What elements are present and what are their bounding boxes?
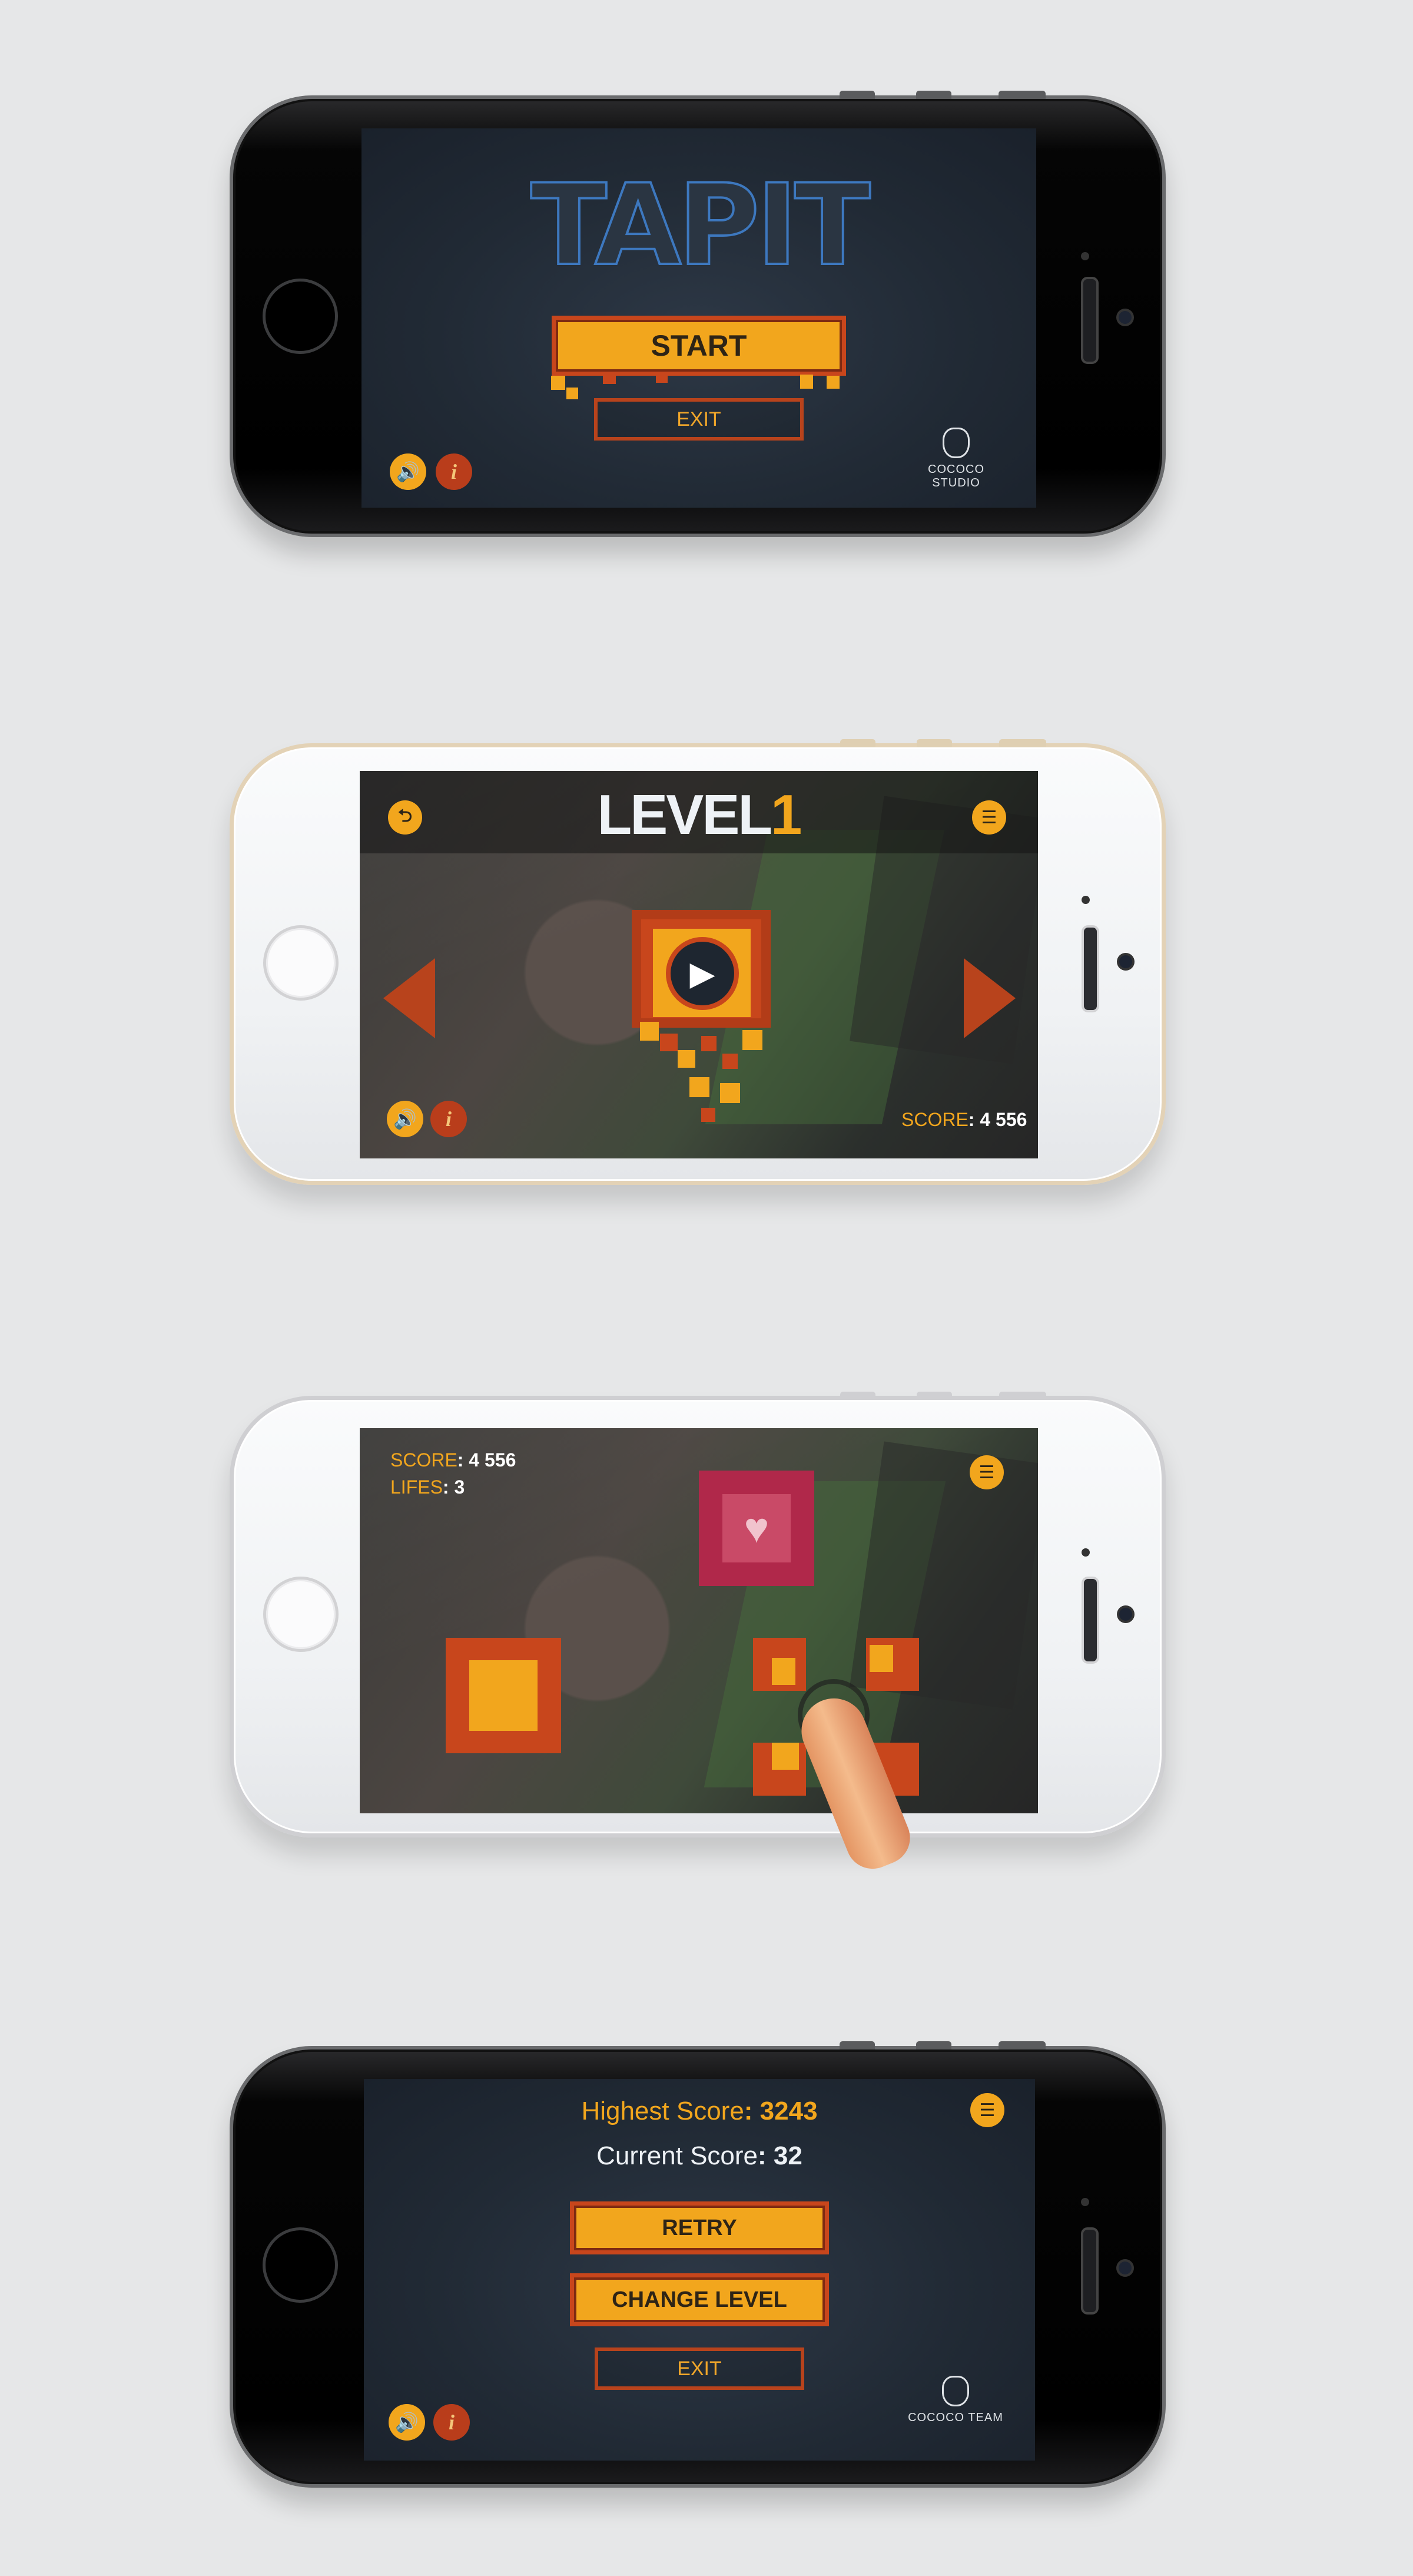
back-icon[interactable]: ⮌ — [388, 800, 422, 835]
home-button[interactable] — [263, 1577, 339, 1652]
earpiece-speaker — [1081, 277, 1099, 364]
info-icon[interactable]: i — [436, 453, 472, 490]
earpiece-speaker — [1081, 2227, 1099, 2315]
current-score-label: Current Score — [596, 2141, 758, 2170]
pixel-decoration — [722, 1054, 738, 1069]
proximity-sensor — [1082, 896, 1090, 904]
highest-score-value: : 3243 — [744, 2097, 818, 2125]
menu-icon[interactable]: ☰ — [970, 1455, 1004, 1489]
exit-button[interactable]: EXIT — [594, 398, 804, 441]
menu-icon[interactable]: ☰ — [972, 800, 1006, 835]
play-icon[interactable]: ▶ — [666, 937, 739, 1010]
pixel-decoration — [742, 1030, 762, 1050]
current-score: Current Score: 32 — [364, 2141, 1035, 2171]
earpiece-speaker — [1082, 1577, 1099, 1664]
phone-volume-button — [916, 2041, 951, 2049]
studio-name: COCOCO STUDIO — [928, 463, 984, 489]
pixel-decoration — [800, 375, 813, 389]
game-over-screen: ☰ Highest Score: 3243 Current Score: 32 … — [364, 2079, 1035, 2461]
lifes-value: : 3 — [442, 1476, 465, 1498]
pixel-decoration — [827, 376, 840, 389]
proximity-sensor — [1081, 2198, 1089, 2206]
studio-credit: COCOCO STUDIO — [903, 428, 1009, 490]
front-camera — [1119, 1608, 1132, 1621]
pixel-decoration — [603, 376, 616, 384]
phone-volume-button — [916, 91, 951, 99]
home-button[interactable] — [263, 279, 338, 354]
phone-gameplay: SCORE: 4 556 LIFES: 3 ☰ ♥ — [230, 1392, 1166, 1877]
pixel-decoration — [701, 1036, 717, 1051]
heart-icon: ♥ — [722, 1494, 791, 1562]
next-level-arrow[interactable] — [964, 958, 1016, 1038]
team-name: COCOCO TEAM — [908, 2411, 1003, 2424]
pixel-decoration — [566, 388, 578, 399]
start-button[interactable]: START — [552, 316, 846, 376]
retry-button[interactable]: RETRY — [570, 2201, 829, 2254]
tap-tile-inner — [772, 1658, 795, 1685]
score-value: : 4 556 — [968, 1109, 1027, 1130]
phone-power-button — [999, 739, 1046, 747]
home-button[interactable] — [263, 2227, 338, 2303]
home-button[interactable] — [263, 925, 339, 1001]
tap-tile-inner — [469, 1660, 538, 1731]
game-logo: TAPIT — [529, 160, 871, 290]
front-camera — [1119, 955, 1132, 968]
sound-icon[interactable]: 🔊 — [389, 2404, 425, 2441]
level-number: 1 — [770, 783, 802, 846]
score-value: : 4 556 — [457, 1449, 516, 1471]
pixel-decoration — [720, 1083, 740, 1103]
tap-tile-inner — [772, 1743, 799, 1770]
sound-icon[interactable]: 🔊 — [390, 453, 426, 490]
phone-volume-button — [917, 1392, 952, 1400]
level-title-word: LEVEL — [597, 783, 772, 846]
phone-level-select: LEVEL1 ⮌ ☰ ▶ 🔊 i SCORE: 4 556 — [230, 739, 1166, 1185]
score-label: SCORE — [901, 1109, 968, 1130]
pixel-decoration — [640, 1022, 659, 1041]
pixel-decoration — [660, 1034, 678, 1051]
pixel-decoration — [689, 1077, 709, 1097]
studio-logo-icon — [942, 2376, 969, 2406]
phone-power-button — [999, 91, 1046, 99]
lifes-label: LIFES — [390, 1476, 443, 1498]
phone-volume-button — [840, 2041, 875, 2049]
gameplay-screen: SCORE: 4 556 LIFES: 3 ☰ ♥ — [360, 1428, 1038, 1813]
phone-volume-button — [917, 739, 952, 747]
sound-icon[interactable]: 🔊 — [387, 1101, 423, 1137]
pixel-decoration — [551, 376, 565, 390]
earpiece-speaker — [1082, 925, 1099, 1012]
pixel-decoration — [678, 1050, 695, 1068]
proximity-sensor — [1081, 252, 1089, 260]
phone-volume-button — [840, 1392, 875, 1400]
score-display: SCORE: 4 556 — [901, 1109, 1027, 1131]
menu-screen: TAPIT START EXIT 🔊 i COCOCO STUDIO — [361, 128, 1036, 508]
previous-level-arrow[interactable] — [383, 958, 435, 1038]
pixel-decoration — [656, 376, 668, 383]
level-select-screen: LEVEL1 ⮌ ☰ ▶ 🔊 i SCORE: 4 556 — [360, 771, 1038, 1158]
pixel-decoration — [701, 1108, 715, 1122]
hud-lifes: LIFES: 3 — [390, 1476, 465, 1498]
team-credit: COCOCO TEAM — [905, 2376, 1006, 2425]
hud-score: SCORE: 4 556 — [390, 1449, 516, 1471]
exit-button[interactable]: EXIT — [595, 2347, 804, 2390]
info-icon[interactable]: i — [433, 2404, 470, 2441]
front-camera — [1119, 2262, 1132, 2274]
phone-game-over: ☰ Highest Score: 3243 Current Score: 32 … — [230, 2041, 1166, 2488]
phone-power-button — [999, 2041, 1046, 2049]
phone-menu: TAPIT START EXIT 🔊 i COCOCO STUDIO — [230, 91, 1166, 537]
info-icon[interactable]: i — [430, 1101, 467, 1137]
score-label: SCORE — [390, 1449, 457, 1471]
phone-power-button — [999, 1392, 1046, 1400]
tap-tile-inner — [870, 1645, 893, 1672]
highest-score-label: Highest Score — [581, 2097, 744, 2125]
current-score-value: : 32 — [758, 2141, 802, 2170]
studio-logo-icon — [943, 428, 970, 458]
proximity-sensor — [1082, 1548, 1090, 1557]
level-title: LEVEL1 — [360, 783, 1038, 847]
front-camera — [1119, 311, 1132, 324]
phone-volume-button — [840, 91, 875, 99]
highest-score: Highest Score: 3243 — [364, 2097, 1035, 2126]
change-level-button[interactable]: CHANGE LEVEL — [570, 2273, 829, 2326]
phone-volume-button — [840, 739, 875, 747]
